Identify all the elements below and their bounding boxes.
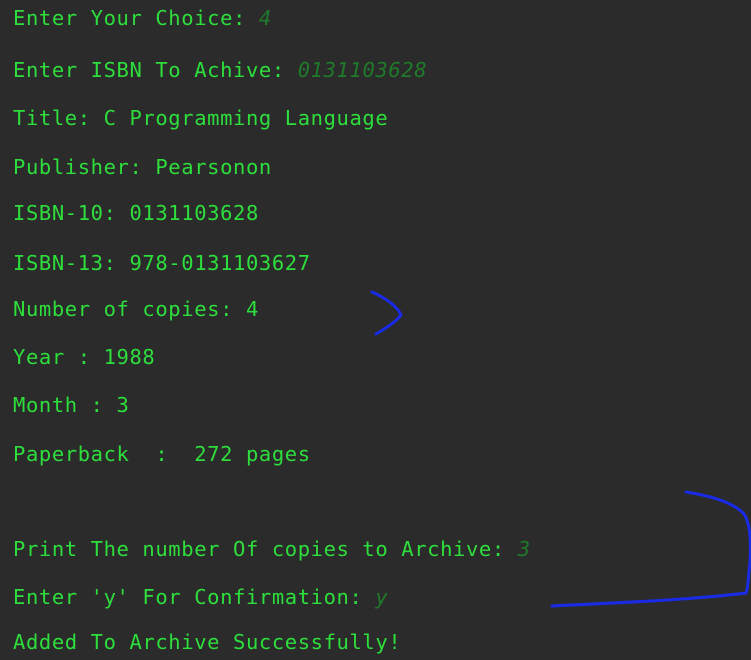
annotation-bracket-mark bbox=[370, 290, 403, 336]
hand-annotations bbox=[370, 290, 751, 608]
annotation-curve-mark bbox=[550, 490, 751, 608]
